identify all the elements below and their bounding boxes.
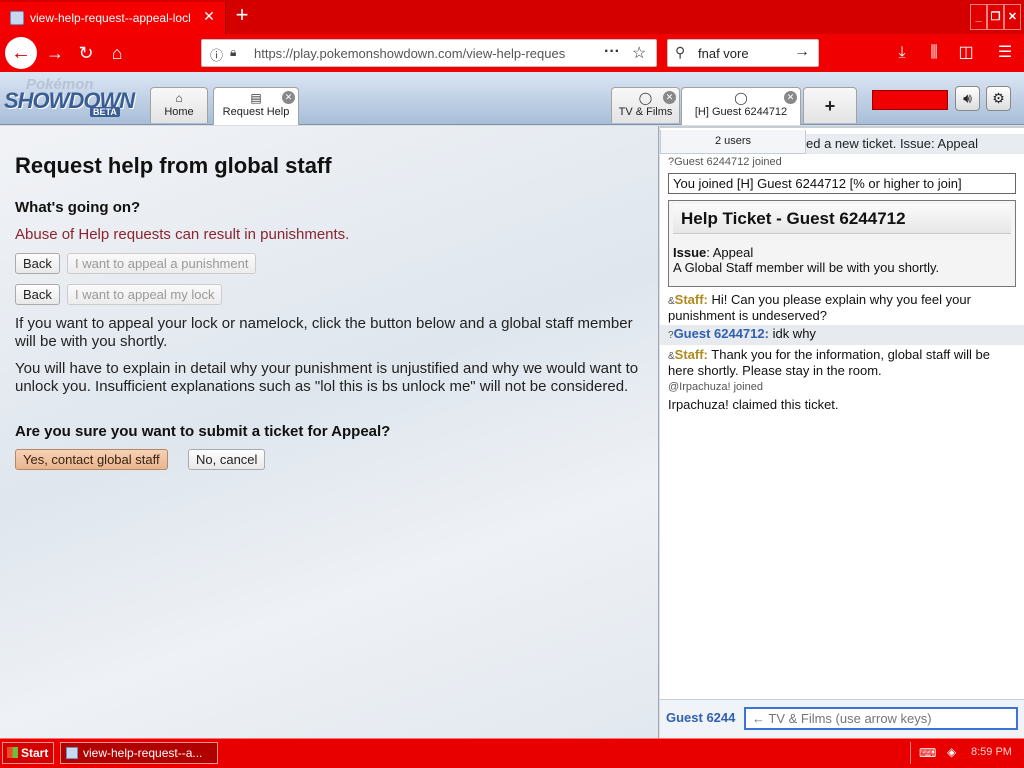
tab-help-guest-label: [H] Guest 6244712 (694, 106, 788, 118)
keyboard-icon[interactable]: ⌨ (919, 746, 936, 760)
help-ticket-box: Help Ticket - Guest 6244712 Issue: Appea… (668, 200, 1016, 287)
home-icon: ⌂ (175, 91, 183, 105)
current-username[interactable]: Guest 6244 (666, 710, 735, 725)
lock-icon: 🔒︎ (230, 45, 237, 59)
chat-panel: ed a new ticket. Issue: Appeal 2 users ?… (660, 126, 1024, 738)
tab-tv-films-label: TV & Films (618, 106, 673, 118)
message-text: idk why (768, 326, 816, 341)
menu-icon[interactable]: ☰ (994, 42, 1016, 64)
search-input[interactable]: fnaf vore (698, 46, 749, 61)
join-text: Guest 6244712 joined (674, 156, 782, 168)
tab-request-help[interactable]: ▤ Request Help ✕ (213, 87, 299, 125)
chat-input-bar: Guest 6244 (660, 699, 1024, 738)
chat-message: &Staff: Hi! Can you please explain why y… (668, 293, 1016, 323)
search-bar[interactable]: ⚲ fnaf vore → (667, 39, 819, 67)
search-icon: ⚲ (675, 44, 686, 60)
user-button[interactable] (872, 90, 948, 110)
sound-icon[interactable]: 🔊︎ (955, 86, 980, 111)
url-bar[interactable]: ⓘ 🔒︎ https://play.pokemonshowdown.com/vi… (201, 39, 657, 67)
clock[interactable]: 8:59 PM (971, 746, 1012, 758)
chat-bubble-icon: ◯ (734, 91, 748, 105)
browser-tab[interactable]: view-help-request--appeal-lock-c ✕ (0, 2, 226, 34)
close-tab-icon[interactable]: ✕ (663, 91, 676, 104)
back-button[interactable]: ← (5, 37, 37, 69)
close-tab-icon[interactable]: ✕ (282, 91, 295, 104)
ticket-claimed-message: Irpachuza! claimed this ticket. (668, 397, 839, 412)
confirm-question: Are you sure you want to submit a ticket… (15, 423, 391, 440)
ticket-issue: Issue: Appeal (673, 245, 753, 260)
appeal-explanation: You will have to explain in detail why y… (15, 360, 639, 395)
message-text: Thank you for the information, global st… (668, 347, 990, 378)
windows-flag-icon (7, 747, 18, 758)
page-title: Request help from global staff (15, 153, 332, 178)
back-button-1[interactable]: Back (15, 253, 60, 274)
cancel-button[interactable]: No, cancel (188, 449, 266, 470)
tab-home[interactable]: ⌂ Home (150, 87, 208, 123)
minimize-window-button[interactable]: _ (970, 4, 987, 30)
add-tab-button[interactable]: + (803, 87, 857, 123)
ticket-note: A Global Staff member will be with you s… (673, 260, 940, 275)
message-text: Hi! Can you please explain why you feel … (668, 292, 971, 323)
username[interactable]: Staff: (675, 292, 708, 307)
firefox-icon (66, 747, 78, 759)
taskbar-item-label: view-help-request--a... (83, 746, 203, 760)
restore-window-button[interactable]: ❐ (987, 4, 1004, 30)
forward-button[interactable]: → (40, 38, 70, 68)
appeal-lock-button[interactable]: I want to appeal my lock (67, 284, 223, 305)
gear-icon[interactable]: ⚙ (986, 86, 1011, 111)
question-whats-going-on: What's going on? (15, 199, 141, 216)
network-icon[interactable]: ◈ (947, 745, 956, 759)
sidebar-icon[interactable]: ◫ (955, 42, 977, 64)
system-tray: ⌨ ◈ 8:59 PM (910, 742, 1022, 764)
tab-request-help-label: Request Help (222, 106, 290, 118)
reload-button[interactable]: ↻ (71, 38, 101, 68)
new-tab-button[interactable]: + (230, 4, 254, 28)
page-actions-icon[interactable]: ··· (604, 43, 620, 61)
back-button-2[interactable]: Back (15, 284, 60, 305)
rank-symbol: & (668, 351, 675, 362)
chat-divider (660, 126, 1024, 128)
userlist-toggle[interactable]: 2 users (660, 130, 806, 154)
chat-message: ?Guest 6244712: idk why (660, 325, 1024, 345)
username[interactable]: Staff: (675, 347, 708, 362)
contact-staff-button[interactable]: Yes, contact global staff (15, 449, 168, 470)
join-message: ?Guest 6244712 joined (668, 156, 782, 168)
close-tab-icon[interactable]: ✕ (201, 8, 217, 24)
appeal-instructions: If you want to appeal your lock or namel… (15, 315, 633, 350)
rank-symbol: & (668, 296, 675, 307)
ticket-created-line: ed a new ticket. Issue: Appeal (806, 134, 1024, 154)
site-info-icon[interactable]: ⓘ (210, 45, 223, 64)
room-join-notice: You joined [H] Guest 6244712 [% or highe… (668, 173, 1016, 194)
taskbar-window-item[interactable]: view-help-request--a... (60, 742, 218, 764)
close-tab-icon[interactable]: ✕ (784, 91, 797, 104)
page-favicon-icon (10, 11, 24, 25)
help-request-panel: Request help from global staff What's go… (0, 126, 659, 738)
start-label: Start (21, 746, 49, 760)
tab-tv-films[interactable]: ◯ TV & Films ✕ (611, 87, 680, 123)
join-message: @Irpachuza! joined (668, 381, 763, 393)
search-go-icon[interactable]: → (794, 43, 810, 61)
showdown-logo: Pokémon SHOWDOWN BETA (2, 76, 150, 120)
bookmark-star-icon[interactable]: ☆ (632, 43, 646, 63)
abuse-warning: Abuse of Help requests can result in pun… (15, 226, 350, 243)
appeal-punishment-button[interactable]: I want to appeal a punishment (67, 253, 257, 274)
downloads-icon[interactable]: ⤓ (891, 42, 913, 64)
library-icon[interactable]: ⫼ (923, 42, 945, 64)
chat-input[interactable] (744, 707, 1018, 730)
ticket-title: Help Ticket - Guest 6244712 (673, 204, 1011, 234)
tab-help-guest[interactable]: ◯ [H] Guest 6244712 ✕ (681, 87, 801, 125)
tab-home-label: Home (164, 106, 194, 118)
home-button[interactable]: ⌂ (102, 38, 132, 68)
logo-beta-badge: BETA (90, 107, 120, 117)
chat-message: &Staff: Thank you for the information, g… (668, 348, 1016, 378)
close-window-button[interactable]: ✕ (1004, 4, 1021, 30)
start-button[interactable]: Start (2, 742, 54, 764)
issue-label: Issue (673, 245, 707, 260)
username[interactable]: Guest 6244712: (674, 326, 769, 341)
browser-tab-title: view-help-request--appeal-lock-c (30, 11, 190, 25)
issue-value: : Appeal (706, 245, 754, 260)
url-text[interactable]: https://play.pokemonshowdown.com/view-he… (254, 46, 574, 61)
ticket-created-text: ed a new ticket. Issue: Appeal (806, 136, 978, 151)
